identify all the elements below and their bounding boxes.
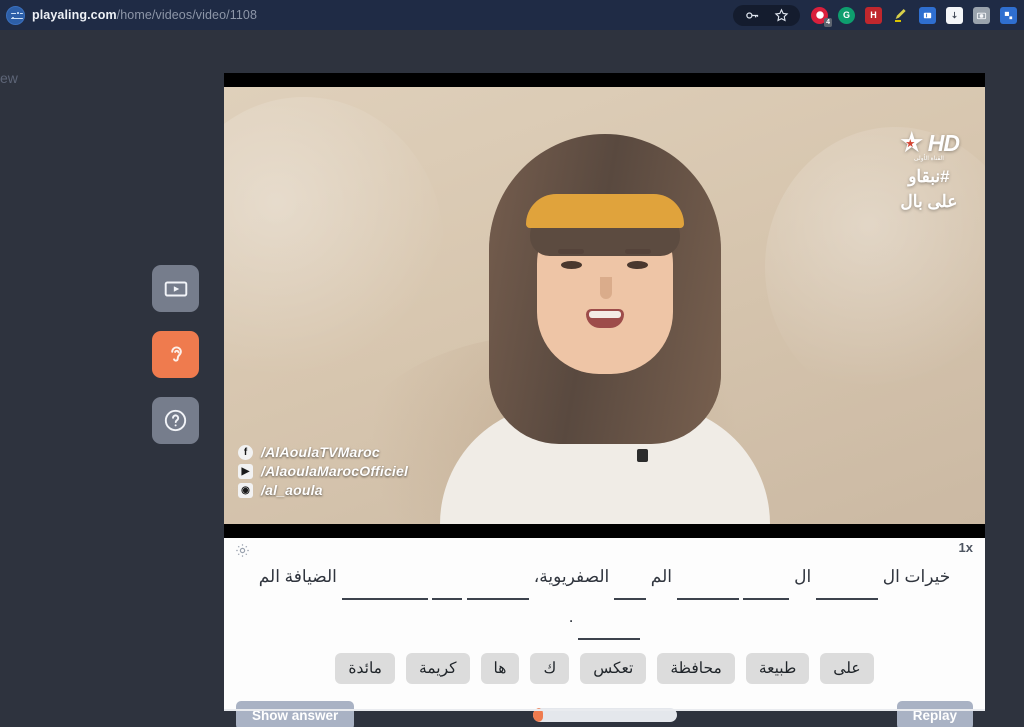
clipped-sidebar-label: ew: [0, 70, 18, 86]
video-subject: [435, 87, 775, 524]
profile-extension-icon[interactable]: [1000, 6, 1017, 24]
watermark-hashtag-line2: على بال: [900, 191, 958, 211]
video-player[interactable]: ★ HD القناة الأولى #نبقاو على بال f /AlA…: [224, 73, 985, 538]
bookmark-star-icon[interactable]: [773, 7, 789, 23]
sentence-blank[interactable]: [614, 564, 647, 600]
playback-speed-label[interactable]: 1x: [959, 540, 973, 555]
facebook-icon: f: [238, 444, 253, 460]
video-mode-button[interactable]: [152, 265, 199, 312]
sentence-blank[interactable]: [432, 564, 463, 600]
star-icon: ★: [898, 127, 925, 159]
replay-button[interactable]: Replay: [896, 700, 973, 727]
ear-icon: [170, 345, 182, 362]
help-button[interactable]: [152, 397, 199, 444]
video-frame: ★ HD القناة الأولى #نبقاو على بال f /AlA…: [224, 87, 985, 524]
listening-mode-button[interactable]: [152, 331, 199, 378]
sentence-blank[interactable]: [676, 564, 739, 600]
player-side-tools: [152, 265, 199, 444]
grammarly-extension-icon[interactable]: G: [838, 6, 855, 24]
sentence-text: خيرات ال: [882, 567, 951, 586]
word-bank-chip[interactable]: على: [820, 653, 874, 684]
gear-icon[interactable]: [234, 542, 251, 559]
video-stage[interactable]: ★ HD القناة الأولى #نبقاو على بال f /AlA…: [224, 73, 985, 538]
word-bank: على طبيعة محافظة تعكس ك ها كريمة مائدة: [224, 653, 985, 684]
instagram-handle: ◉ /al_aoula: [238, 482, 408, 498]
channel-watermark: ★ HD القناة الأولى #نبقاو على بال: [898, 127, 960, 211]
instagram-handle-text: /al_aoula: [261, 482, 323, 498]
exercise-toolbar: 1x: [224, 538, 985, 559]
facebook-handle-text: /AlAoulaTVMaroc: [261, 444, 380, 460]
youtube-handle: ▶ /AlaoulaMarocOfficiel: [238, 463, 408, 479]
sentence-blank[interactable]: [743, 564, 790, 600]
word-bank-chip[interactable]: طبيعة: [745, 653, 810, 684]
omnibox-actions: 4 G H: [733, 4, 1024, 27]
address-bar[interactable]: playaling.com/home/videos/video/1108: [0, 5, 733, 25]
word-bank-chip[interactable]: ك: [530, 653, 570, 684]
social-handles: f /AlAoulaTVMaroc ▶ /AlaoulaMarocOfficie…: [238, 444, 408, 498]
screenshot-camera-icon[interactable]: [973, 6, 990, 24]
password-key-icon[interactable]: [744, 7, 760, 23]
omnibox-icon-pill: [733, 4, 800, 26]
exercise-panel: 1x خيرات ال ال الم الصفريوية، الضيافة ال…: [224, 538, 985, 727]
browser-toolbar: playaling.com/home/videos/video/1108 4 G…: [0, 0, 1024, 30]
sentence-text: .: [568, 607, 574, 626]
sentence-blank[interactable]: [815, 564, 878, 600]
honey-extension-icon[interactable]: H: [865, 6, 882, 24]
word-bank-chip[interactable]: تعكس: [580, 653, 647, 684]
sentence-blank[interactable]: [341, 564, 428, 600]
facebook-handle: f /AlAoulaTVMaroc: [238, 444, 408, 460]
document-extension-icon[interactable]: [946, 6, 963, 24]
watermark-channel: HD: [927, 130, 960, 156]
question-mark-icon: [164, 409, 187, 432]
adblock-extension-icon[interactable]: 4: [811, 6, 832, 27]
url-text: playaling.com/home/videos/video/1108: [32, 8, 257, 22]
exercise-controls: Show answer Replay: [224, 700, 985, 727]
sentence-blank[interactable]: [578, 604, 641, 640]
word-bank-chip[interactable]: مائدة: [335, 653, 395, 684]
honey-glyph: H: [870, 10, 877, 20]
word-bank-chip[interactable]: محافظة: [657, 653, 735, 684]
lapel-mic: [636, 449, 648, 462]
playaling-favicon: [6, 5, 25, 25]
youtube-icon: ▶: [238, 463, 253, 479]
app-root: playaling.com/home/videos/video/1108 4 G…: [0, 0, 1024, 727]
highlighter-extension-icon[interactable]: [892, 7, 909, 24]
show-answer-button[interactable]: Show answer: [236, 700, 355, 727]
video-play-icon: [164, 281, 187, 296]
sentence-text: الضيافة الم: [258, 567, 337, 586]
word-bank-chip[interactable]: كريمة: [406, 653, 470, 684]
sentence-text: الصفريوية،: [533, 567, 610, 586]
exercise-sentence: خيرات ال ال الم الصفريوية، الضيافة الم .: [224, 556, 985, 640]
sentence-text: ال: [794, 567, 812, 586]
word-bank-chip[interactable]: ها: [480, 653, 520, 684]
bluetab-extension-icon[interactable]: [919, 6, 936, 24]
instagram-icon: ◉: [238, 482, 253, 498]
panel-bottom-edge: [224, 709, 985, 711]
sentence-blank[interactable]: [467, 564, 530, 600]
extension-icons: 4 G H: [811, 6, 1017, 27]
adblock-badge: 4: [824, 17, 832, 27]
url-path: /home/videos/video/1108: [116, 8, 258, 22]
youtube-handle-text: /AlaoulaMarocOfficiel: [261, 463, 409, 479]
watermark-hashtag-line1: #نبقاو: [908, 167, 950, 186]
url-domain: playaling.com: [32, 8, 117, 22]
grammarly-glyph: G: [842, 10, 850, 20]
sentence-text: الم: [650, 567, 672, 586]
